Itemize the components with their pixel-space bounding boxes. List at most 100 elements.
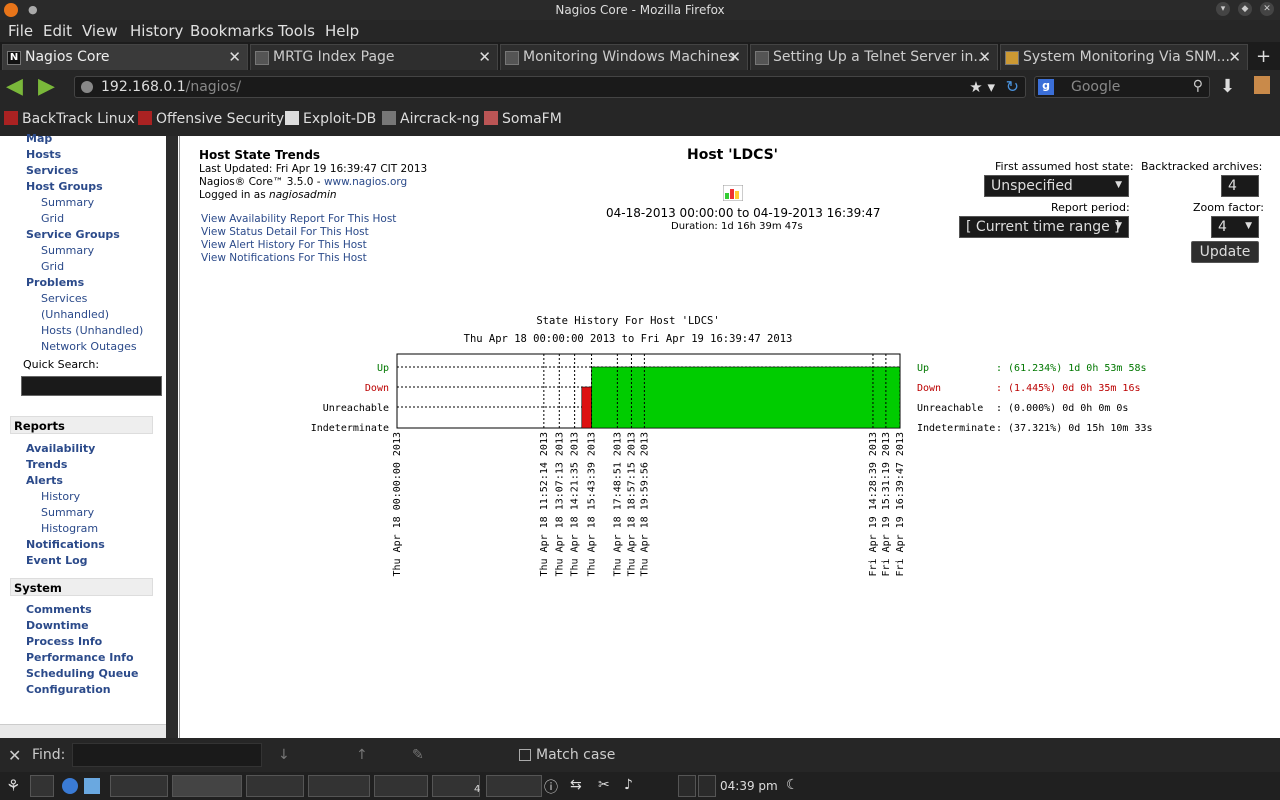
search-icon[interactable]: ⚲ [1193,78,1203,94]
zoom-select[interactable]: 4 ▼ [1211,216,1259,238]
find-previous-icon[interactable]: ↑ [356,747,368,763]
menu-tools[interactable]: Tools [278,22,315,40]
url-bar[interactable]: 192.168.0.1/nagios/ ★ ▾ ↻ [74,76,1026,98]
menu-history[interactable]: History [130,22,183,40]
task-window-6[interactable] [432,775,480,797]
close-tab-icon[interactable]: ✕ [228,48,241,66]
link-alert-history[interactable]: View Alert History For This Host [201,239,367,251]
side-link-alert-history[interactable]: History [41,490,80,503]
pager-desktop-2[interactable] [698,775,716,797]
side-link-problems[interactable]: Problems [26,276,84,289]
network-icon[interactable] [62,778,78,794]
new-tab-button[interactable]: + [1256,46,1271,67]
bookmark-offensive-security[interactable]: Offensive Security [138,111,284,127]
report-period-select[interactable]: [ Current time range ] ▼ [959,216,1129,238]
side-link-availability[interactable]: Availability [26,442,95,455]
sidebar-vertical-scrollbar[interactable] [166,136,178,738]
side-link-network-outages[interactable]: Network Outages [41,340,137,353]
backtracked-input[interactable]: 4 [1221,175,1259,197]
side-link-services-unhandled[interactable]: (Unhandled) [41,308,109,321]
task-window-7[interactable] [486,775,542,797]
forward-arrow-icon[interactable]: ▶ [38,76,64,98]
link-availability-report[interactable]: View Availability Report For This Host [201,213,396,225]
menu-bookmarks[interactable]: Bookmarks [190,22,274,40]
tab-telnet-server[interactable]: Setting Up a Telnet Server in... ✕ [750,44,998,70]
reload-icon[interactable]: ↻ [1006,77,1019,96]
task-window-5[interactable] [374,775,428,797]
side-link-process-info[interactable]: Process Info [26,635,102,648]
close-find-icon[interactable]: ✕ [8,746,21,765]
bookmark-somafm[interactable]: SomaFM [484,111,562,127]
tab-monitoring-windows[interactable]: Monitoring Windows Machines ✕ [500,44,748,70]
highlight-icon[interactable]: ✎ [412,747,424,763]
google-engine-icon[interactable]: g [1038,79,1054,95]
close-tab-icon[interactable]: ✕ [478,48,491,66]
link-notifications[interactable]: View Notifications For This Host [201,252,367,264]
close-tab-icon[interactable]: ✕ [1228,48,1241,66]
quick-search-input[interactable] [21,376,162,396]
side-link-problem-services[interactable]: Services [41,292,87,305]
bookmark-exploit-db[interactable]: Exploit-DB [285,111,376,127]
side-link-comments[interactable]: Comments [26,603,92,616]
sidebar-horizontal-scrollbar[interactable] [0,724,166,738]
menu-edit[interactable]: Edit [43,22,72,40]
task-window-3[interactable] [246,775,304,797]
side-link-sg-grid[interactable]: Grid [41,260,64,273]
match-case-checkbox[interactable] [519,749,531,761]
bookmark-star-icon[interactable]: ★ ▾ [969,78,995,96]
menu-view[interactable]: View [82,22,118,40]
scissors-icon[interactable]: ✂ [598,777,610,793]
site-identity-icon[interactable] [81,81,93,93]
task-window-1[interactable] [110,775,168,797]
side-link-host-groups[interactable]: Host Groups [26,180,103,193]
task-firefox[interactable] [172,775,242,797]
find-input[interactable] [72,743,262,767]
side-link-performance-info[interactable]: Performance Info [26,651,134,664]
side-link-hg-grid[interactable]: Grid [41,212,64,225]
bookmark-backtrack[interactable]: BackTrack Linux [4,111,135,127]
assumed-state-select[interactable]: Unspecified ▼ [984,175,1129,197]
side-link-event-log[interactable]: Event Log [26,554,88,567]
side-link-notifications[interactable]: Notifications [26,538,105,551]
download-icon[interactable]: ⬇ [1220,76,1235,97]
close-window-button[interactable]: ✕ [1260,2,1274,16]
side-link-histogram[interactable]: Histogram [41,522,98,535]
link-status-detail[interactable]: View Status Detail For This Host [201,226,369,238]
side-link-services[interactable]: Services [26,164,78,177]
side-link-configuration[interactable]: Configuration [26,683,111,696]
task-window-4[interactable] [308,775,370,797]
close-tab-icon[interactable]: ✕ [978,48,991,66]
search-input[interactable]: g Google ⚲ [1034,76,1210,98]
tab-snmp[interactable]: System Monitoring Via SNM... ✕ [1000,44,1248,70]
side-link-map[interactable]: Map [26,132,52,145]
home-icon[interactable] [1254,76,1270,94]
side-link-alert-summary[interactable]: Summary [41,506,94,519]
menu-help[interactable]: Help [325,22,359,40]
close-tab-icon[interactable]: ✕ [728,48,741,66]
bookmark-aircrack[interactable]: Aircrack-ng [382,111,480,127]
side-link-hg-summary[interactable]: Summary [41,196,94,209]
side-link-service-groups[interactable]: Service Groups [26,228,120,241]
minimize-button[interactable]: ▾ [1216,2,1230,16]
side-link-trends[interactable]: Trends [26,458,67,471]
files-icon[interactable] [84,778,100,794]
pager-desktop-1[interactable] [678,775,696,797]
side-link-scheduling-queue[interactable]: Scheduling Queue [26,667,138,680]
moon-icon[interactable]: ☾ [786,777,799,793]
side-link-hosts[interactable]: Hosts [26,148,61,161]
volume-icon[interactable]: ♪ [624,777,633,793]
kde-menu-icon[interactable]: ⚘ [6,776,20,795]
tab-nagios-core[interactable]: N Nagios Core ✕ [2,44,248,70]
side-link-alerts[interactable]: Alerts [26,474,63,487]
nagios-site-link[interactable]: www.nagios.org [324,176,407,188]
back-arrow-icon[interactable]: ◀ [6,76,32,98]
find-next-icon[interactable]: ↓ [278,747,290,763]
update-button[interactable]: Update [1191,241,1259,263]
network-manager-icon[interactable]: ⇆ [570,777,582,793]
info-icon[interactable]: ⓘ [544,777,558,797]
maximize-button[interactable]: ◆ [1238,2,1252,16]
side-link-downtime[interactable]: Downtime [26,619,89,632]
side-link-sg-summary[interactable]: Summary [41,244,94,257]
side-link-hosts-unhandled[interactable]: Hosts (Unhandled) [41,324,143,337]
tab-mrtg[interactable]: MRTG Index Page ✕ [250,44,498,70]
